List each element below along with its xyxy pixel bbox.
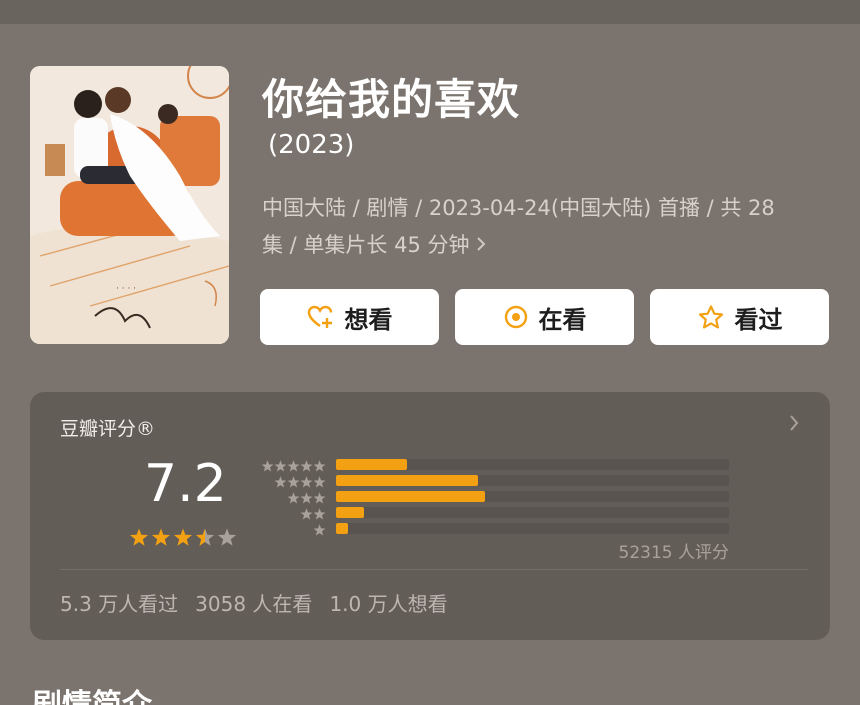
- movie-year: (2023): [268, 130, 355, 160]
- rating-bar-2: [336, 507, 364, 518]
- divider: [60, 569, 808, 570]
- rating-star: [129, 528, 149, 546]
- star-icon: [313, 508, 326, 520]
- rating-card[interactable]: 豆瓣评分® 7.2 52315 人评分 5.3 万人看过 3058 人在看 1.0 …: [30, 392, 830, 640]
- watching-label: 在看: [538, 305, 587, 334]
- star-icon: [274, 476, 287, 488]
- meta-line-2: 集 / 单集片长 45 分钟: [262, 227, 822, 264]
- star-icon: [274, 460, 287, 472]
- section-heading: 剧情简介: [32, 680, 152, 705]
- svg-text:· · · ·: · · · ·: [116, 284, 136, 294]
- row-stars-1: [313, 522, 326, 541]
- rating-bar-3: [336, 491, 486, 502]
- status-bar: [0, 0, 860, 24]
- rating-bar-track: [336, 523, 729, 534]
- star-icon: [287, 476, 300, 488]
- star-icon: [287, 460, 300, 472]
- rating-star: [217, 528, 237, 546]
- rating-label: 豆瓣评分®: [60, 418, 156, 440]
- rating-star: [195, 528, 215, 546]
- star-icon: [300, 492, 313, 504]
- watched-button[interactable]: 看过: [650, 289, 829, 345]
- rating-star: [151, 528, 171, 546]
- rating-bar-5: [336, 459, 407, 470]
- movie-title: 你给我的喜欢: [262, 75, 521, 124]
- rating-star: [173, 528, 193, 546]
- star-icon: [300, 460, 313, 472]
- score-stars: [129, 528, 239, 552]
- star-outline-icon: [698, 304, 723, 328]
- meta-line-1: 中国大陆 / 剧情 / 2023-04-24(中国大陆) 首播 / 共 28: [262, 196, 775, 220]
- watched-count: 5.3 万人看过: [60, 592, 179, 616]
- want-to-watch-button[interactable]: 想看: [260, 289, 439, 345]
- star-icon: [261, 460, 274, 472]
- star-icon: [313, 524, 326, 536]
- star-icon: [313, 460, 326, 472]
- rating-bar-4: [336, 475, 478, 486]
- rating-bar-track: [336, 459, 729, 470]
- target-icon: [504, 305, 527, 329]
- star-icon: [313, 476, 326, 488]
- rating-score: 7.2: [144, 454, 227, 514]
- rating-count: 52315 人评分: [618, 543, 729, 563]
- heart-plus-icon: [307, 305, 332, 328]
- want-count: 1.0 万人想看: [329, 592, 448, 616]
- star-icon: [300, 508, 313, 520]
- audience-stats: 5.3 万人看过 3058 人在看 1.0 万人想看: [60, 588, 465, 617]
- movie-meta[interactable]: 中国大陆 / 剧情 / 2023-04-24(中国大陆) 首播 / 共 28 集…: [262, 190, 822, 264]
- star-icon: [300, 476, 313, 488]
- rating-bar-track: [336, 507, 729, 518]
- rating-bar-track: [336, 475, 729, 486]
- rating-bar-1: [336, 523, 348, 534]
- star-icon: [287, 492, 300, 504]
- chevron-right-icon[interactable]: [788, 414, 800, 436]
- watching-count: 3058 人在看: [195, 592, 313, 616]
- poster-image[interactable]: · · · ·: [30, 66, 229, 344]
- watched-label: 看过: [734, 305, 783, 334]
- watching-button[interactable]: 在看: [455, 289, 634, 345]
- star-icon: [313, 492, 326, 504]
- meta-line-2-text: 集 / 单集片长 45 分钟: [262, 233, 470, 257]
- chevron-right-icon: [474, 227, 488, 264]
- want-label: 想看: [344, 305, 393, 334]
- rating-bar-track: [336, 491, 729, 502]
